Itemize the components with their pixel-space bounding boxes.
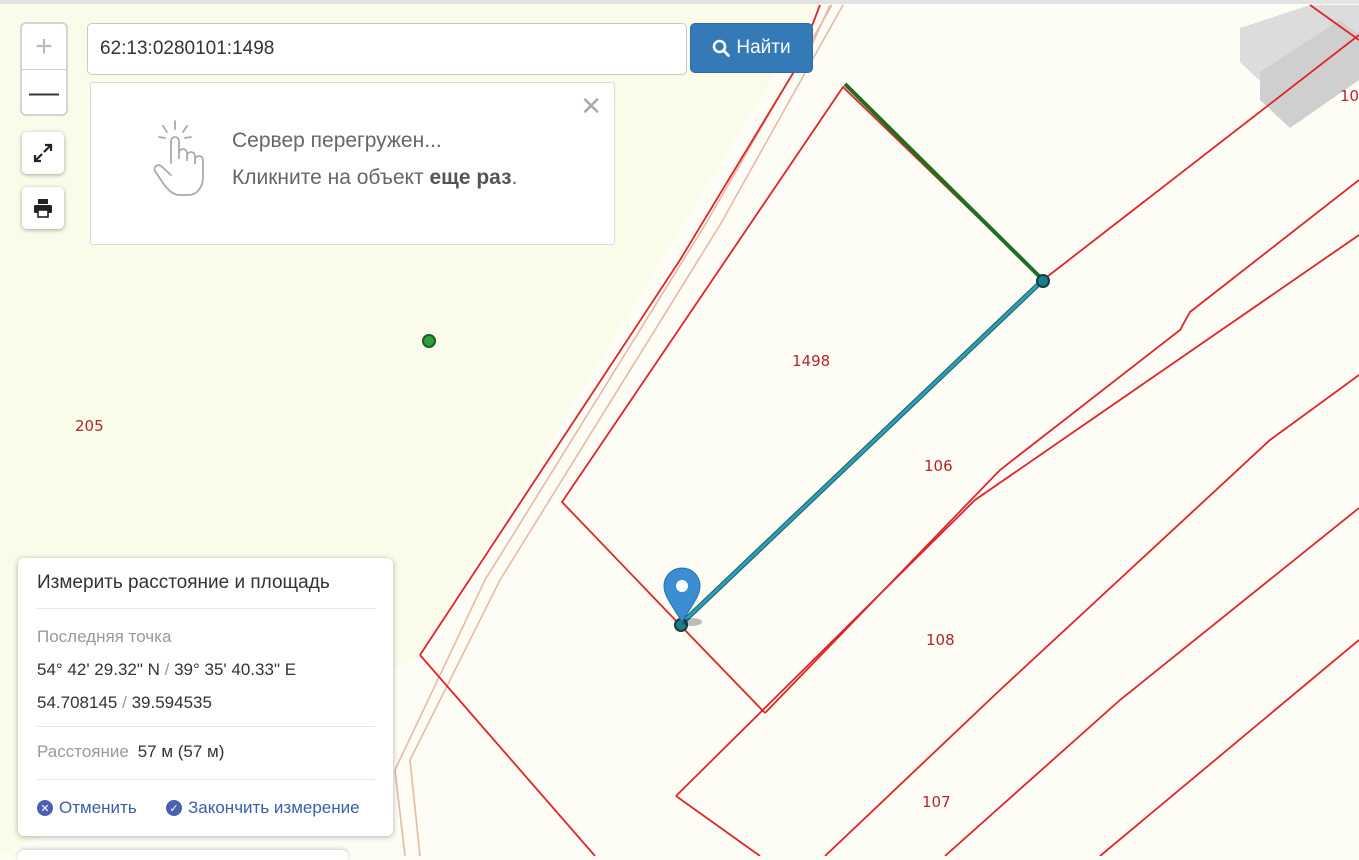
notice-line-1: Сервер перегружен... [232, 129, 442, 152]
green-point[interactable] [422, 334, 436, 348]
distance-row: Расстояние 57 м (57 м) [37, 742, 224, 762]
map-marker-icon[interactable] [663, 567, 702, 626]
cadastral-search-input[interactable] [87, 23, 687, 75]
search-button-label: Найти [736, 37, 791, 58]
search-icon [713, 39, 731, 57]
last-point-label: Последняя точка [37, 627, 172, 646]
cancel-measure-button[interactable]: ✕ Отменить [37, 798, 137, 818]
divider [37, 779, 375, 780]
parcel-label-107: 107 [922, 793, 951, 811]
parcel-label-108: 108 [926, 631, 955, 649]
measure-panel: Измерить расстояние и площадь Последняя … [18, 558, 393, 836]
parcel-label-top-right: 106 [1340, 87, 1359, 105]
print-button[interactable] [22, 187, 64, 229]
notice-line-2: Кликните на объект еще раз. [232, 166, 518, 189]
parcel-label-106: 106 [924, 457, 953, 475]
last-point-decimal: 54.708145 / 39.594535 [37, 693, 212, 712]
measure-title: Измерить расстояние и площадь [37, 572, 330, 593]
cancel-icon: ✕ [37, 800, 53, 816]
print-icon [34, 199, 52, 218]
distance-label: Расстояние [37, 742, 129, 761]
bottom-panel-edge [18, 850, 348, 860]
search-button[interactable]: Найти [690, 23, 813, 73]
highlighted-edge [843, 82, 1045, 282]
zoom-in-button[interactable]: + [22, 24, 66, 70]
top-border [0, 0, 1359, 4]
parcel-label-1498: 1498 [792, 352, 830, 370]
divider [37, 608, 375, 609]
divider [37, 726, 375, 727]
last-point-dms: 54° 42' 29.32" N / 39° 35' 40.33" E [37, 660, 297, 679]
zoom-control: + — [20, 22, 68, 116]
finish-measure-button[interactable]: ✓ Закончить измерение [166, 798, 360, 818]
zoom-out-button[interactable]: — [22, 70, 66, 115]
distance-value: 57 м (57 м) [137, 742, 225, 761]
close-icon[interactable]: ✕ [580, 91, 602, 122]
parcel-label-205: 205 [75, 417, 104, 435]
check-icon: ✓ [166, 800, 182, 816]
hand-pointer-icon [153, 120, 204, 196]
building-top-right [1240, 5, 1359, 128]
measure-line [678, 278, 1045, 627]
server-notice: ✕ Сервер перегружен... Кликните на объек… [90, 82, 615, 245]
fullscreen-button[interactable] [22, 132, 64, 174]
measure-vertex[interactable] [1036, 274, 1050, 288]
expand-icon [33, 143, 53, 163]
